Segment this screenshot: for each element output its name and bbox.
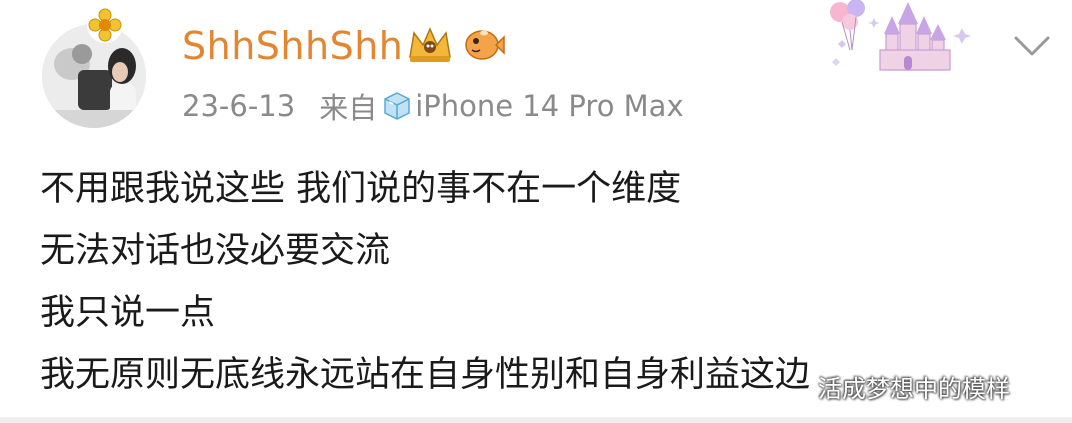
- post-text-line: 不用跟我说这些 我们说的事不在一个维度: [40, 169, 682, 209]
- post-meta: 23-6-13 来自 iPhone 14 Pro Max: [182, 86, 684, 126]
- divider: [0, 417, 1072, 423]
- post-text-line: 无法对话也没必要交流: [40, 231, 391, 271]
- post-content: 不用跟我说这些 我们说的事不在一个维度 无法对话也没必要交流 我只说一点 我无原…: [40, 158, 1040, 406]
- device-name[interactable]: iPhone 14 Pro Max: [415, 89, 683, 123]
- username[interactable]: ShhShhShh: [182, 20, 403, 72]
- post-text-line: 我只说一点: [40, 293, 216, 333]
- flower-badge-icon: [87, 7, 123, 43]
- user-badges: [406, 20, 506, 68]
- crown-badge-icon[interactable]: [406, 23, 454, 65]
- pufferfish-badge-icon[interactable]: [462, 24, 506, 64]
- ice-cube-icon: [384, 92, 410, 120]
- watermark: 活成梦想中的模样: [818, 375, 1010, 403]
- post-date: 23-6-13: [182, 89, 296, 123]
- castle-balloon-decoration: [830, 0, 971, 71]
- chevron-down-icon[interactable]: [1012, 34, 1052, 58]
- source-prefix: 来自: [319, 91, 378, 125]
- weibo-post: ShhShhShh 23-6-13 来自 iPhone 14 Pro Max 不…: [0, 0, 1072, 423]
